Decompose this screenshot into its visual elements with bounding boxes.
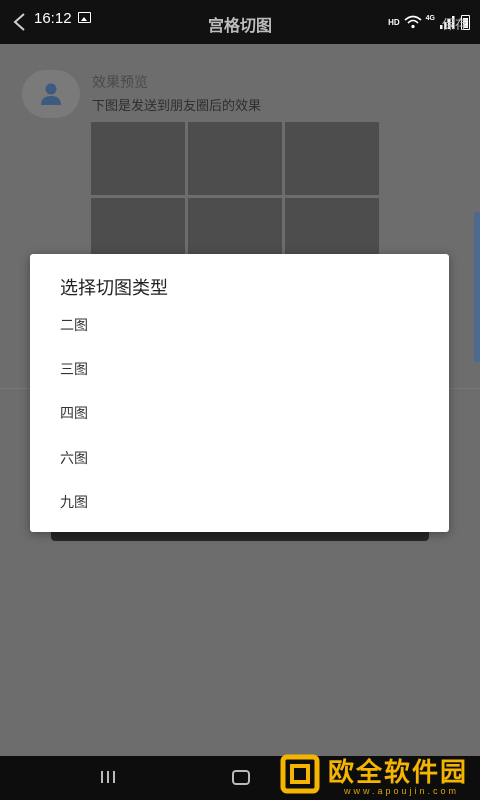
side-scroll-handle[interactable] [474, 212, 480, 362]
grid-cell [91, 122, 185, 195]
preview-subtitle: 下图是发送到朋友圈后的效果 [92, 99, 262, 114]
option-nine[interactable]: 九图 [30, 481, 449, 523]
home-icon[interactable] [232, 770, 250, 785]
watermark-url: www.apoujin.com [344, 786, 460, 796]
save-button[interactable]: 保存 [442, 14, 468, 33]
hd-badge: HD [388, 17, 400, 27]
option-two[interactable]: 二图 [30, 304, 449, 346]
preview-title: 效果预览 [92, 75, 148, 91]
watermark-logo: 欧全软件园 www.apoujin.com [272, 748, 480, 800]
user-icon [41, 83, 61, 105]
grid-cell [285, 122, 379, 195]
avatar [22, 70, 80, 118]
option-four[interactable]: 四图 [30, 392, 449, 434]
option-three[interactable]: 三图 [30, 348, 449, 390]
watermark-logo-icon [280, 754, 320, 794]
dialog-title: 选择切图类型 [60, 278, 168, 299]
grid-cell [188, 122, 282, 195]
wifi-icon [404, 15, 422, 29]
select-cut-type-dialog: 选择切图类型 二图 三图 四图 六图 九图 [30, 254, 449, 532]
network-badge: 4G [425, 14, 435, 22]
status-bar: 16:12 宫格切图 HD 4G 保存 [0, 0, 480, 44]
option-six[interactable]: 六图 [30, 437, 449, 479]
recent-apps-icon[interactable] [99, 771, 117, 785]
watermark-brand: 欧全软件园 [328, 758, 469, 788]
